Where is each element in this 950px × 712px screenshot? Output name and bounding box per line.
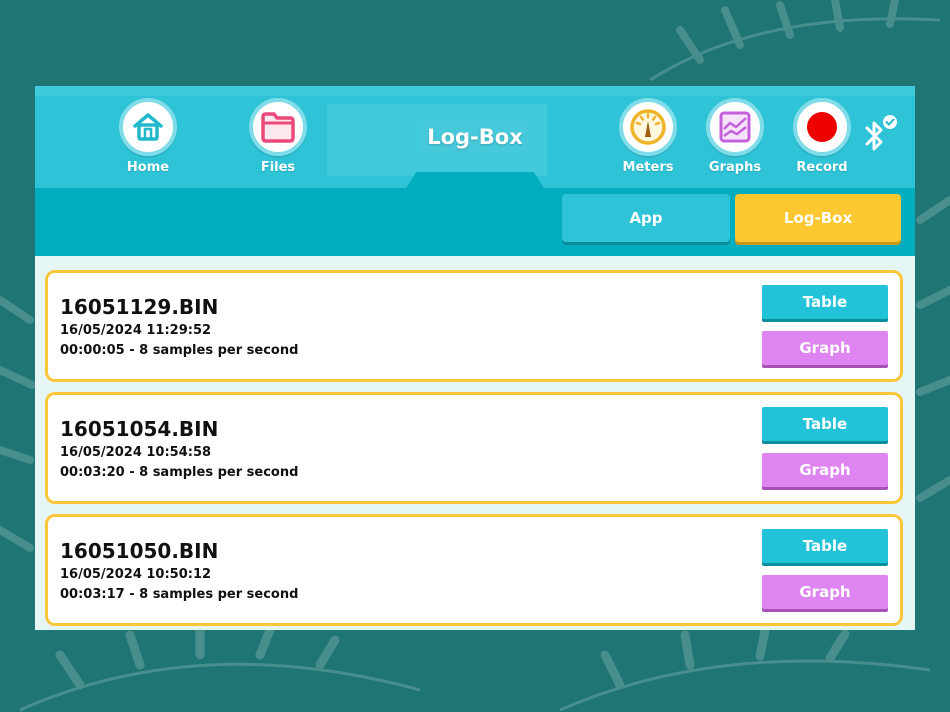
- folder-icon: [261, 112, 295, 143]
- graph-button[interactable]: Graph: [762, 453, 888, 487]
- leaf-decoration: [19, 630, 931, 712]
- file-info: 00:03:17 - 8 samples per second: [60, 587, 299, 602]
- leaf-decoration: [649, 0, 941, 82]
- home-circle: [119, 98, 177, 156]
- segment-logbox-button[interactable]: Log-Box: [735, 194, 901, 242]
- segment-app-button[interactable]: App: [562, 194, 730, 242]
- leaf-decoration: [0, 296, 35, 552]
- graphs-circle: [706, 98, 764, 156]
- file-card: 16051054.BIN 16/05/2024 10:54:58 00:03:2…: [45, 392, 903, 504]
- nav-files-label: Files: [260, 160, 296, 175]
- nav-record-label: Record: [796, 160, 848, 175]
- nav-meters-button[interactable]: Meters: [608, 98, 688, 190]
- leaf-decoration: [916, 196, 950, 502]
- house-icon: [133, 113, 163, 141]
- table-button[interactable]: Table: [762, 285, 888, 319]
- bluetooth-connected-icon[interactable]: [861, 114, 901, 158]
- nav-home-button[interactable]: Home: [108, 98, 188, 190]
- page-title-text: Log-Box: [421, 121, 529, 153]
- nav-files-button[interactable]: Files: [238, 98, 318, 190]
- file-name: 16051054.BIN: [60, 417, 219, 441]
- nav-graphs-button[interactable]: Graphs: [695, 98, 775, 190]
- file-name: 16051050.BIN: [60, 539, 219, 563]
- file-card: 16051050.BIN 16/05/2024 10:50:12 00:03:1…: [45, 514, 903, 626]
- nav-record-button[interactable]: Record: [782, 98, 862, 190]
- nav-home-label: Home: [126, 160, 170, 175]
- topbar-highlight: [35, 86, 915, 96]
- file-date: 16/05/2024 10:50:12: [60, 567, 212, 582]
- graph-button[interactable]: Graph: [762, 331, 888, 365]
- gauge-icon: [630, 109, 666, 145]
- nav-graphs-label: Graphs: [708, 160, 762, 175]
- file-info: 00:00:05 - 8 samples per second: [60, 343, 299, 358]
- title-notch: [405, 172, 545, 190]
- app-window: Home Files Log-Box Meters Graphs Record …: [35, 86, 915, 630]
- graph-button[interactable]: Graph: [762, 575, 888, 609]
- file-info: 00:03:20 - 8 samples per second: [60, 465, 299, 480]
- file-date: 16/05/2024 11:29:52: [60, 323, 212, 338]
- record-circle: [793, 98, 851, 156]
- record-icon: [807, 112, 837, 142]
- files-circle: [249, 98, 307, 156]
- meters-circle: [619, 98, 677, 156]
- file-card: 16051129.BIN 16/05/2024 11:29:52 00:00:0…: [45, 270, 903, 382]
- table-button[interactable]: Table: [762, 407, 888, 441]
- page-title: Log-Box: [381, 104, 569, 170]
- nav-meters-label: Meters: [622, 160, 674, 175]
- file-date: 16/05/2024 10:54:58: [60, 445, 212, 460]
- file-name: 16051129.BIN: [60, 295, 219, 319]
- table-button[interactable]: Table: [762, 529, 888, 563]
- graph-icon: [719, 111, 751, 143]
